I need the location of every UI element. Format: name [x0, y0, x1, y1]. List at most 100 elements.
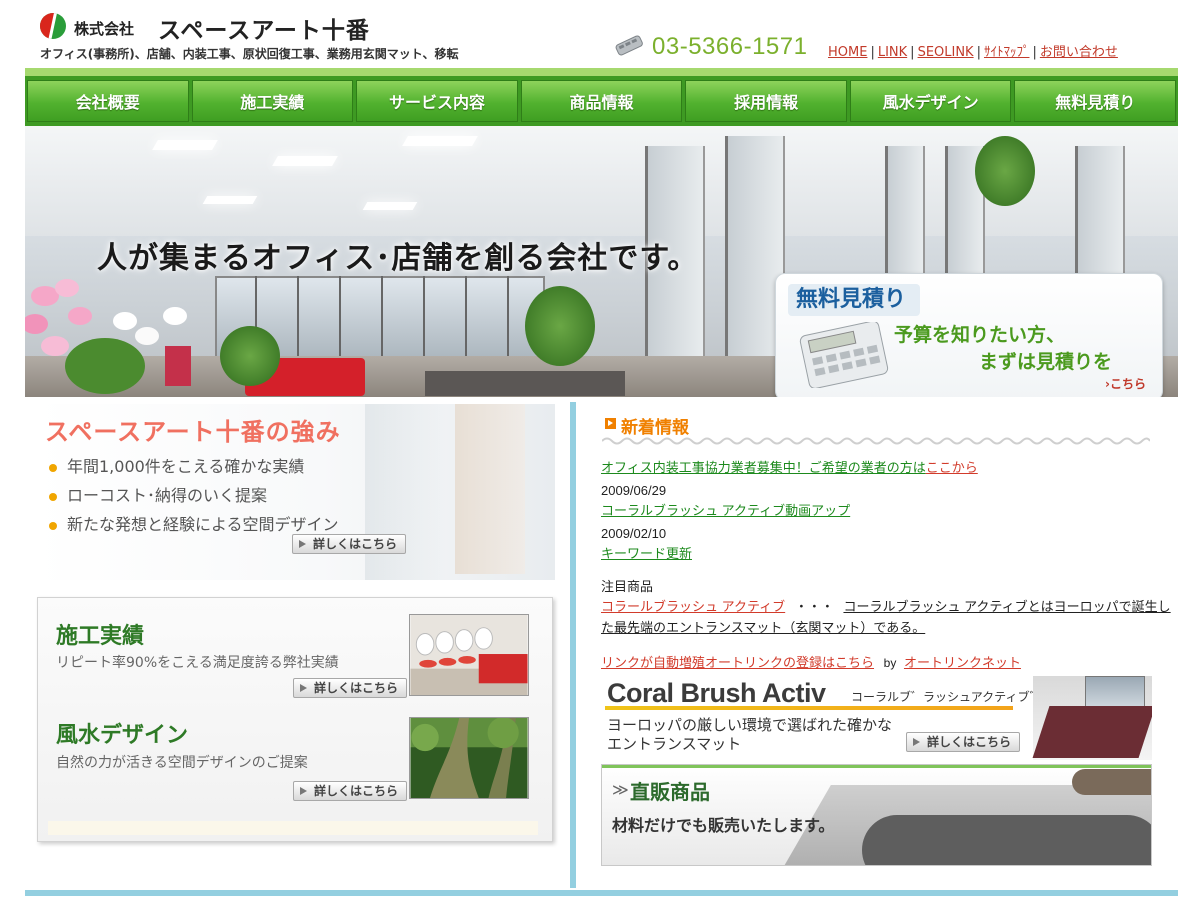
news-date: 2009/02/10	[601, 526, 667, 541]
door-decoration	[455, 404, 525, 574]
featured-desc-link-1[interactable]: コーラルブラッシュ アクティブとはヨーロッパで誕生し	[843, 599, 1170, 614]
coral-brush-banner[interactable]: Coral Brush Activ コーラルブ゛ラッシュアクティブ゛ ヨーロッパ…	[601, 676, 1152, 760]
bullet-icon	[49, 463, 57, 472]
fengshui-thumbnail[interactable]	[409, 717, 529, 799]
news-date: 2009/06/29	[601, 483, 667, 498]
ceiling-light	[402, 136, 478, 146]
direct-title: 直販商品	[630, 780, 710, 804]
home-link[interactable]: HOME	[828, 45, 867, 60]
strength-panel: スペースアート十番の強み 年間1,000件をこえる確かな実績 ローコスト･納得の…	[35, 404, 555, 580]
entrance-mat-photo	[1032, 676, 1152, 760]
works-thumbnail[interactable]	[409, 614, 529, 696]
nav-item-fengshui[interactable]: 風水デザイン	[849, 80, 1012, 122]
arrow-box-icon	[605, 418, 616, 429]
direct-subtitle: 材料だけでも販売いたします。	[612, 816, 835, 835]
bullet-icon	[49, 492, 57, 501]
contact-link[interactable]: お問い合わせ	[1040, 45, 1118, 60]
ceiling-light	[272, 156, 338, 166]
strength-item: 年間1,000件をこえる確かな実績	[49, 452, 339, 481]
news-title: 新着情報	[621, 418, 689, 438]
orchid-flowers	[25, 279, 191, 394]
featured-dots: ・・・	[794, 599, 834, 614]
footer-line	[25, 890, 1178, 896]
recruit-text-link[interactable]: オフィス内装工事協力業者募集中！ご希望の業者の方は	[601, 460, 926, 475]
autolink-register-link[interactable]: リンクが自動増殖オートリンクの登録はこちら	[601, 655, 874, 670]
site-tagline: オフィス(事務所)、店舗、内装工事、原状回復工事、業務用玄関マット、移転	[40, 47, 459, 61]
news-item: キーワード更新	[601, 543, 692, 562]
strength-item-text: 新たな発想と経験による空間デザイン	[67, 515, 339, 534]
coral-underline	[605, 706, 1013, 710]
nav-item-recruit[interactable]: 採用情報	[685, 80, 847, 122]
phone-number: 03-5366-1571	[652, 33, 808, 60]
strength-item-text: 年間1,000件をこえる確かな実績	[67, 457, 305, 476]
estimate-line-1: 予算を知りたい方、	[894, 324, 1066, 346]
link-separator: |	[870, 45, 875, 60]
company-prefix: 株式会社	[74, 20, 135, 38]
autolink-site-link[interactable]: オートリンクネット	[904, 655, 1021, 670]
news-item: コーラルブラッシュ アクティブ動画アップ	[601, 500, 850, 519]
nav-item-products[interactable]: 商品情報	[520, 80, 683, 122]
nav-item-estimate[interactable]: 無料見積り	[1014, 80, 1177, 122]
works-title[interactable]: 施工実績	[56, 618, 144, 650]
featured-line-2: た最先端のエントランスマット（玄関マット）である。	[601, 617, 925, 636]
ceiling-light	[362, 202, 418, 210]
autolink-line: リンクが自動増殖オートリンクの登録はこちら by オートリンクネット	[601, 652, 1021, 671]
coral-desc-2: エントランスマット	[607, 735, 742, 753]
fengshui-subtitle: 自然の力が活きる空間デザインのご提案	[56, 755, 308, 771]
works-more-button[interactable]: 詳しくはこちら	[293, 678, 408, 698]
nav-item-services[interactable]: サービス内容	[356, 80, 518, 122]
double-chevron-icon: ≫	[612, 780, 629, 799]
coral-title: Coral Brush Activ	[607, 678, 826, 708]
link-separator: |	[910, 45, 915, 60]
hero-headline: 人が集まるオフィス･店舗を創る会社です。	[97, 241, 699, 276]
banner-top-line	[602, 765, 1151, 768]
seolink-link[interactable]: SEOLINK	[918, 45, 974, 60]
estimate-line-2: まずは見積りを	[979, 351, 1113, 373]
phone-icon	[615, 35, 643, 56]
featured-desc-link-2[interactable]: た最先端のエントランスマット（玄関マット）である。	[601, 620, 925, 635]
estimate-here-label: こちら	[1109, 377, 1146, 391]
news-item-link[interactable]: コーラルブラッシュ アクティブ動画アップ	[601, 503, 850, 518]
news-item-link[interactable]: キーワード更新	[601, 546, 692, 561]
fengshui-title[interactable]: 風水デザイン	[56, 717, 188, 749]
plant	[525, 286, 595, 366]
mat-decoration	[1072, 769, 1151, 795]
site-header: 株式会社 スペースアート十番 オフィス(事務所)、店舗、内装工事、原状回復工事、…	[0, 0, 1202, 70]
hero-banner: 人が集まるオフィス･店舗を創る会社です。 無料見積り 予算を知りたい方、 まずは…	[25, 126, 1178, 397]
nav-item-company[interactable]: 会社概要	[27, 80, 189, 122]
estimate-here-link[interactable]: ›こちら	[1105, 375, 1146, 392]
works-panel: 施工実績 リピート率90%をこえる満足度誇る弊社実績 詳しくはこちら 風水デザイ…	[37, 597, 553, 842]
nav-item-works[interactable]: 施工実績	[191, 80, 354, 122]
strength-item: ローコスト･納得のいく提案	[49, 481, 339, 510]
sitemap-link[interactable]: ｻｲﾄﾏｯﾌﾟ	[984, 45, 1030, 60]
free-estimate-banner[interactable]: 無料見積り 予算を知りたい方、 まずは見積りを ›こちら	[775, 273, 1163, 397]
ceiling-light	[152, 140, 218, 150]
company-logo-icon[interactable]	[40, 13, 66, 39]
fengshui-more-button[interactable]: 詳しくはこちら	[293, 781, 408, 801]
featured-product-link[interactable]: コラールブラッシュ アクティブ	[601, 599, 785, 614]
plant	[220, 326, 280, 386]
strength-list: 年間1,000件をこえる確かな実績 ローコスト･納得のいく提案 新たな発想と経験…	[49, 452, 339, 539]
recruit-here-link[interactable]: ここから	[926, 460, 978, 475]
news-recruit: オフィス内装工事協力業者募集中！ご希望の業者の方はここから	[601, 457, 978, 476]
plant	[975, 136, 1035, 206]
mat-shape	[1032, 706, 1152, 758]
strength-more-button[interactable]: 詳しくはこちら	[292, 534, 407, 554]
coral-more-button[interactable]: 詳しくはこちら	[906, 732, 1021, 752]
panel-bottom-strip	[48, 821, 538, 835]
strength-item-text: ローコスト･納得のいく提案	[67, 486, 268, 505]
column-divider	[570, 402, 576, 888]
company-name[interactable]: スペースアート十番	[158, 11, 370, 45]
link-page-link[interactable]: LINK	[878, 45, 907, 60]
direct-sales-banner[interactable]: ≫ 直販商品 材料だけでも販売いたします。	[601, 764, 1152, 866]
strength-title: スペースアート十番の強み	[45, 418, 341, 446]
calculator-icon	[799, 322, 889, 388]
link-separator: |	[1032, 45, 1037, 60]
autolink-by: by	[883, 656, 897, 670]
estimate-title: 無料見積り	[788, 284, 921, 316]
works-subtitle: リピート率90%をこえる満足度誇る弊社実績	[56, 655, 339, 671]
nav-top-line	[25, 68, 1178, 76]
ceiling-light	[202, 196, 258, 204]
top-links: HOME | LINK | SEOLINK | ｻｲﾄﾏｯﾌﾟ | お問い合わせ	[828, 41, 1118, 60]
featured-label: 注目商品	[601, 579, 654, 594]
